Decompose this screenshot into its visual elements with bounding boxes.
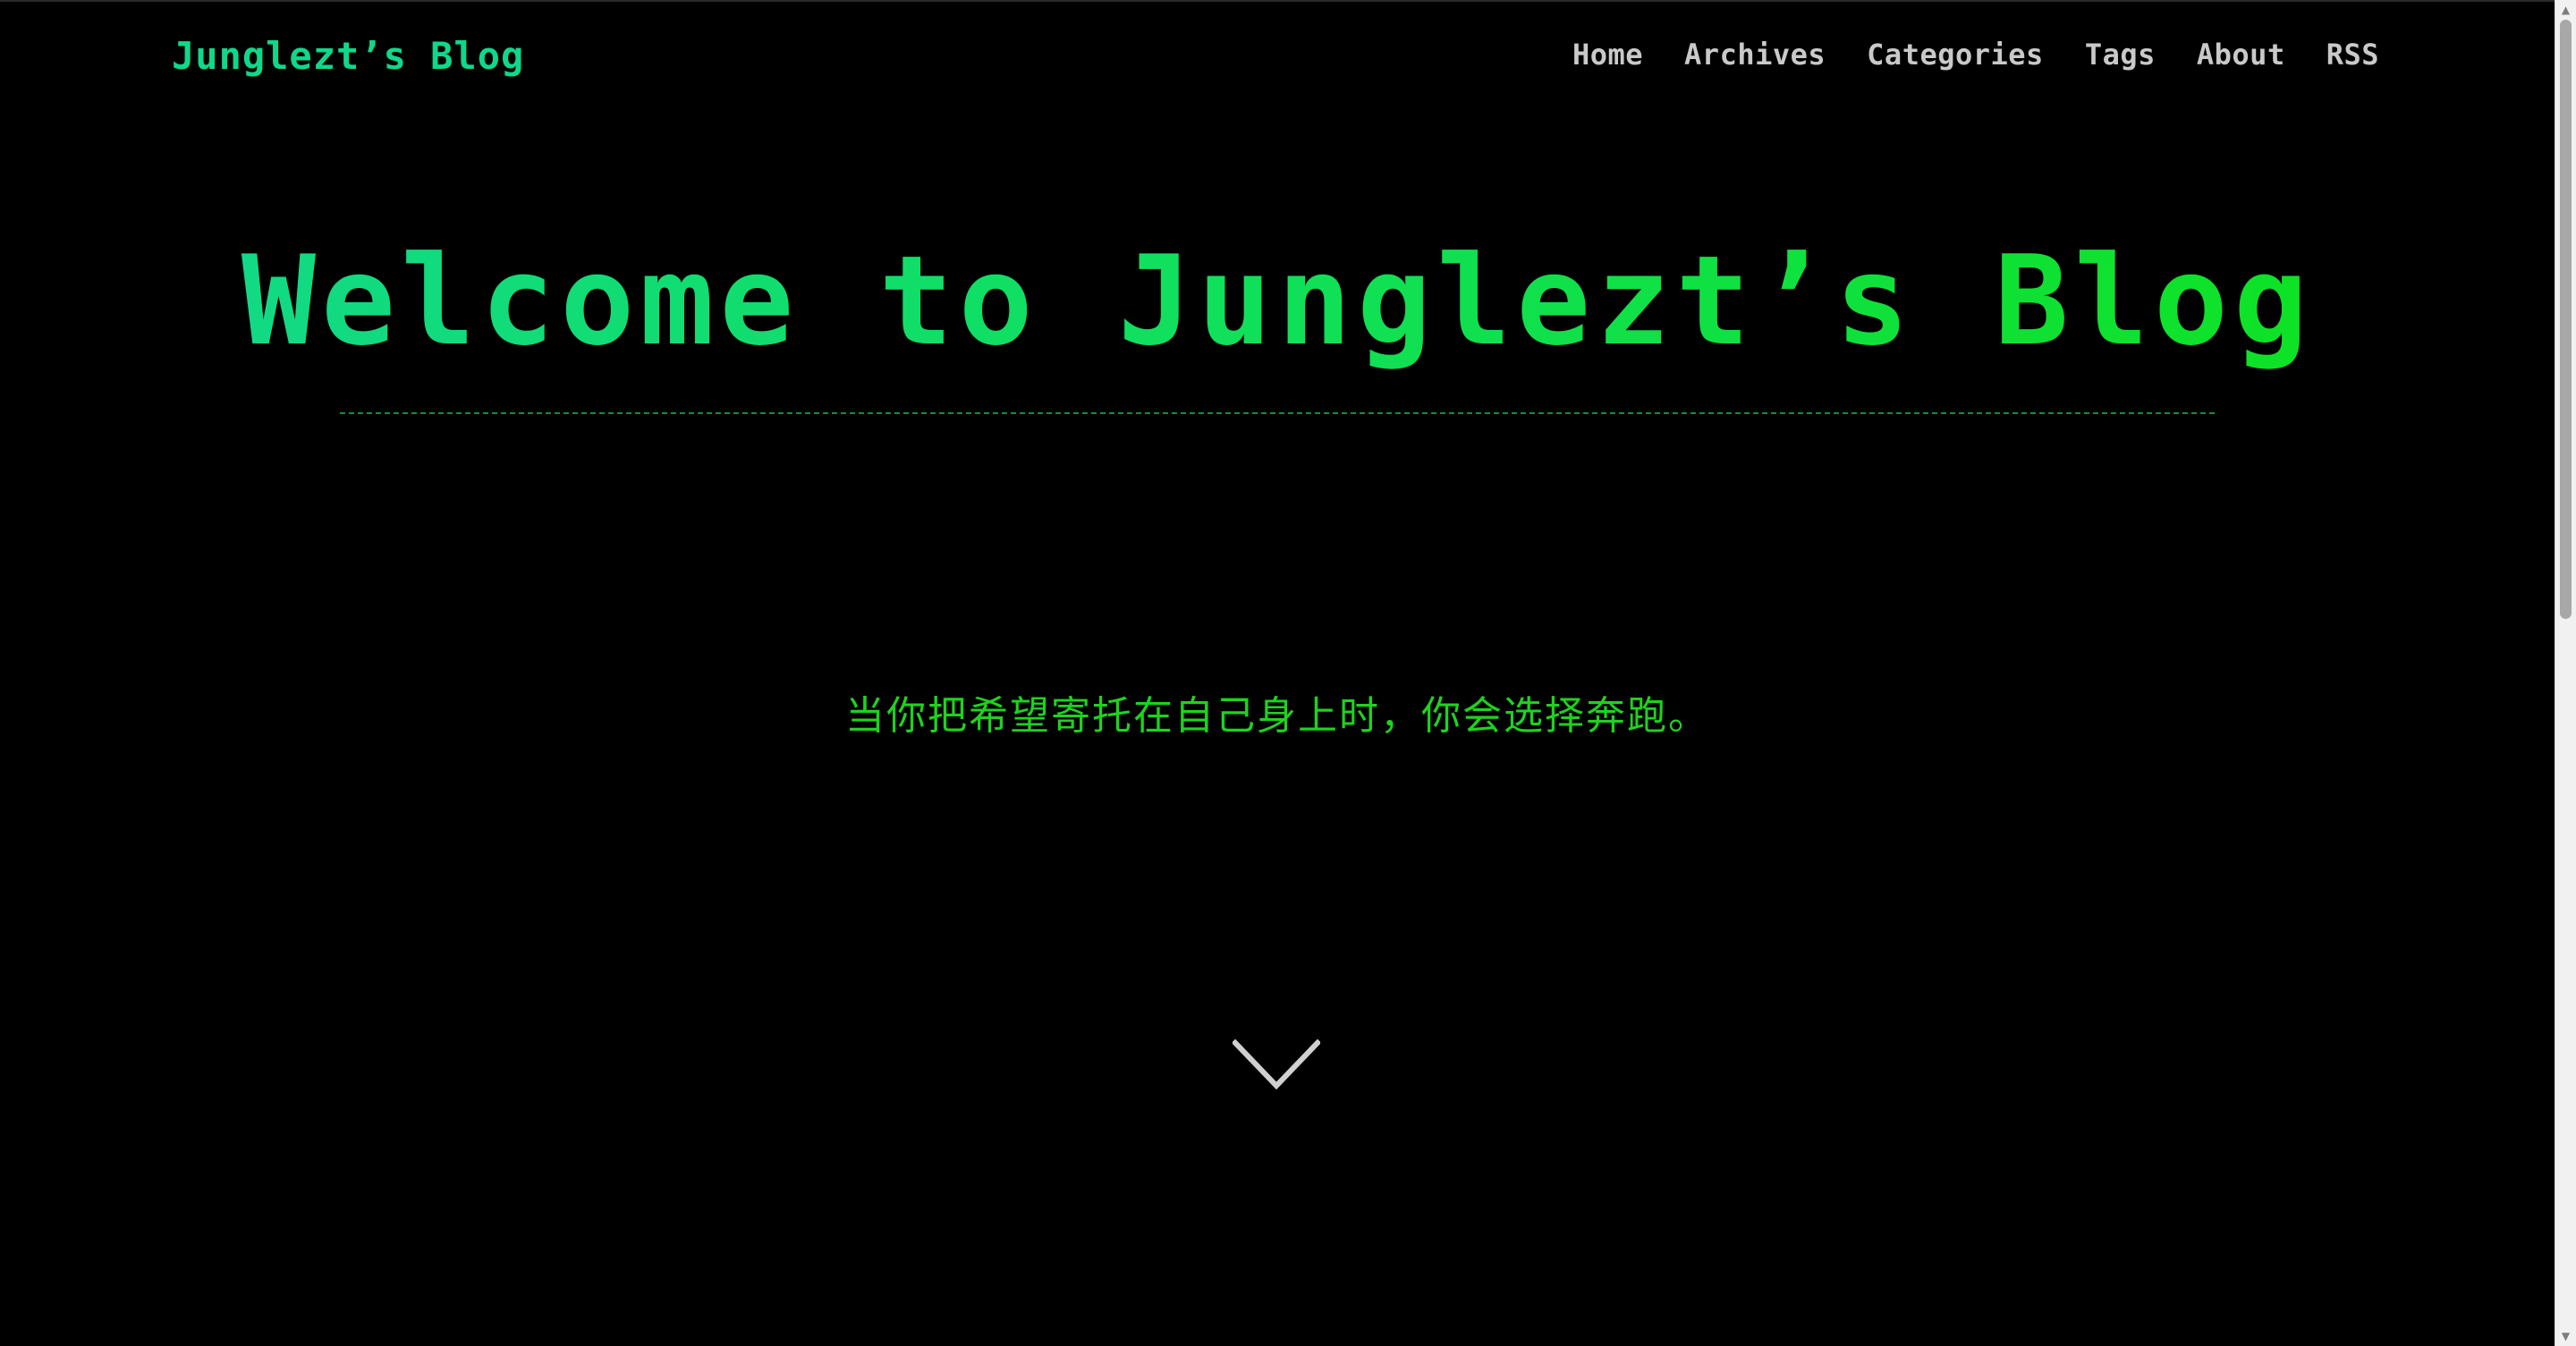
main-nav: Home Archives Categories Tags About RSS — [1572, 38, 2379, 72]
nav-archives[interactable]: Archives — [1684, 38, 1826, 72]
chevron-down-icon[interactable] — [1231, 1038, 1322, 1091]
scroll-down-arrow-icon[interactable]: ▼ — [2555, 1326, 2576, 1346]
nav-rss[interactable]: RSS — [2326, 38, 2379, 72]
nav-tags[interactable]: Tags — [2085, 38, 2156, 72]
nav-categories[interactable]: Categories — [1867, 38, 2044, 72]
nav-home[interactable]: Home — [1572, 38, 1643, 72]
scroll-up-arrow-icon[interactable]: ▲ — [2555, 0, 2576, 20]
hero-divider — [340, 412, 2215, 414]
hero-motto: 当你把希望寄托在自己身上时，你会选择奔跑。 — [845, 693, 1709, 739]
page: Junglezt’s Blog Home Archives Categories… — [0, 0, 2555, 1346]
scrollbar-thumb[interactable] — [2560, 20, 2572, 619]
nav-about[interactable]: About — [2197, 38, 2285, 72]
hero-title: Welcome to Junglezt’s Blog — [0, 230, 2555, 373]
vertical-scrollbar[interactable]: ▲ ▼ — [2555, 0, 2576, 1346]
site-title-link[interactable]: Junglezt’s Blog — [172, 34, 524, 78]
